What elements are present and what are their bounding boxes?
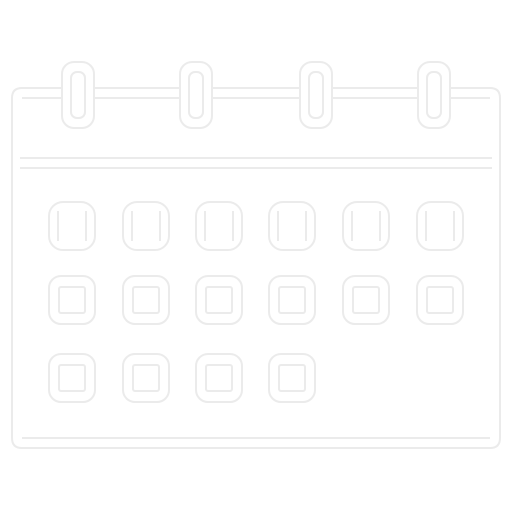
calendar-body [11,87,501,449]
day-box-outer-r2-c1 [48,353,96,403]
day-box-outer-r1-c1 [48,275,96,325]
calendar-rings [61,61,451,129]
calendar-icon [11,61,501,449]
day-box-inner-r2-c4 [278,364,306,392]
day-box-outer-r2-c2 [122,353,170,403]
day-box-inner-r2-c1 [58,364,86,392]
header-slot-outer-1 [48,201,96,251]
day-box-inner-r2-c3 [205,364,233,392]
calendar-icon-canvas [0,0,512,512]
day-box-inner-r1-c2 [132,286,160,314]
day-box-outer-r2-c3 [195,353,243,403]
calendar-day-grid [48,201,464,403]
header-slot-outer-3 [195,201,243,251]
day-box-inner-r1-c4 [278,286,306,314]
day-box-outer-r1-c6 [416,275,464,325]
day-box-inner-r1-c1 [58,286,86,314]
day-box-outer-r2-c4 [268,353,316,403]
header-slot-outer-4 [268,201,316,251]
day-box-inner-r1-c5 [352,286,380,314]
day-box-outer-r1-c2 [122,275,170,325]
header-slot-outer-2 [122,201,170,251]
day-box-outer-r1-c4 [268,275,316,325]
day-box-outer-r1-c5 [342,275,390,325]
day-box-outer-r1-c3 [195,275,243,325]
day-box-inner-r1-c6 [426,286,454,314]
header-slot-outer-5 [342,201,390,251]
header-slot-outer-6 [416,201,464,251]
day-box-inner-r1-c3 [205,286,233,314]
calendar-frame [11,87,501,449]
day-box-inner-r2-c2 [132,364,160,392]
